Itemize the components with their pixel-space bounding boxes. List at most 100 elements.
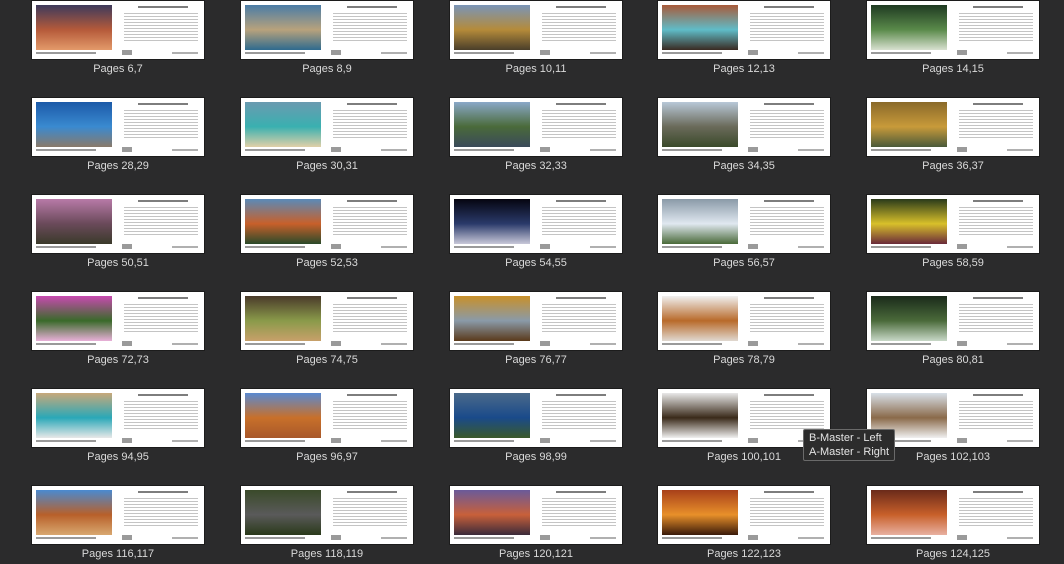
spread-preview[interactable]: [241, 389, 413, 447]
spread-thumbnail[interactable]: Pages 80,81: [867, 292, 1039, 372]
spread-thumbnail[interactable]: Pages 122,123: [658, 486, 830, 564]
spread-preview[interactable]: [867, 195, 1039, 253]
spread-preview[interactable]: [32, 1, 204, 59]
spread-preview[interactable]: [867, 486, 1039, 544]
page-title-line: [138, 200, 188, 202]
spread-preview[interactable]: [450, 98, 622, 156]
spread-page-numbers: Pages 96,97: [296, 451, 358, 463]
spread-thumbnail[interactable]: Pages 28,29: [32, 98, 204, 178]
photo-caption-line: [245, 52, 305, 54]
spread-thumbnail[interactable]: Pages 32,33: [450, 98, 622, 178]
spread-thumbnail[interactable]: Pages 74,75: [241, 292, 413, 372]
spread-thumbnail[interactable]: Pages 10,11: [450, 1, 622, 81]
spread-photo: [36, 102, 112, 147]
spread-page-numbers: Pages 30,31: [296, 160, 358, 172]
spread-preview[interactable]: [241, 486, 413, 544]
page-title-line: [347, 6, 397, 8]
spread-thumbnail[interactable]: Pages 118,119: [241, 486, 413, 564]
spread-thumbnail[interactable]: Pages 8,9: [241, 1, 413, 81]
spread-thumbnail[interactable]: Pages 6,7: [32, 1, 204, 81]
spread-page-numbers: Pages 54,55: [505, 257, 567, 269]
spread-thumbnail[interactable]: Pages 34,35: [658, 98, 830, 178]
body-text-block: [124, 304, 198, 334]
spread-preview[interactable]: [241, 292, 413, 350]
spread-preview[interactable]: [241, 1, 413, 59]
spread-preview[interactable]: [32, 292, 204, 350]
spread-preview[interactable]: [450, 486, 622, 544]
body-text-block: [542, 13, 616, 43]
spread-thumbnail[interactable]: Pages 78,79: [658, 292, 830, 372]
page-title-line: [347, 394, 397, 396]
photo-caption-line: [454, 246, 514, 248]
spread-thumbnail[interactable]: Pages 98,99: [450, 389, 622, 469]
spread-thumbnail[interactable]: Pages 116,117: [32, 486, 204, 564]
spread-thumbnail[interactable]: Pages 52,53: [241, 195, 413, 275]
spread-preview[interactable]: [658, 486, 830, 544]
logo-icon: [748, 50, 758, 55]
spread-preview[interactable]: [241, 98, 413, 156]
spread-preview[interactable]: [658, 292, 830, 350]
spread-photo: [871, 490, 947, 535]
spread-page-numbers: Pages 56,57: [713, 257, 775, 269]
footer-line: [172, 343, 198, 345]
spread-preview[interactable]: [450, 389, 622, 447]
spread-thumbnail[interactable]: Pages 12,13: [658, 1, 830, 81]
spread-preview[interactable]: [658, 195, 830, 253]
spread-page-numbers: Pages 116,117: [81, 548, 155, 560]
spread-thumbnail[interactable]: Pages 76,77: [450, 292, 622, 372]
footer-line: [798, 246, 824, 248]
spread-thumbnail[interactable]: Pages 96,97: [241, 389, 413, 469]
spread-page-numbers: Pages 12,13: [713, 63, 775, 75]
spread-preview[interactable]: [450, 195, 622, 253]
spread-photo: [245, 5, 321, 50]
spread-photo: [662, 199, 738, 244]
spread-thumbnail[interactable]: Pages 54,55: [450, 195, 622, 275]
spread-thumbnail[interactable]: Pages 50,51: [32, 195, 204, 275]
logo-icon: [331, 341, 341, 346]
spread-preview[interactable]: [867, 292, 1039, 350]
spread-preview[interactable]: [867, 98, 1039, 156]
logo-icon: [122, 147, 132, 152]
spread-preview[interactable]: [658, 1, 830, 59]
spread-thumbnail[interactable]: Pages 56,57: [658, 195, 830, 275]
body-text-block: [542, 304, 616, 334]
spread-preview[interactable]: [867, 1, 1039, 59]
logo-icon: [957, 147, 967, 152]
footer-line: [798, 343, 824, 345]
spread-thumbnail[interactable]: Pages 36,37: [867, 98, 1039, 178]
photo-caption-line: [36, 537, 96, 539]
body-text-block: [333, 110, 407, 140]
body-text-block: [333, 498, 407, 528]
spread-thumbnail[interactable]: Pages 58,59: [867, 195, 1039, 275]
logo-icon: [748, 341, 758, 346]
footer-line: [172, 52, 198, 54]
spread-thumbnail[interactable]: Pages 120,121: [450, 486, 622, 564]
spread-preview[interactable]: [241, 195, 413, 253]
spread-preview[interactable]: [450, 1, 622, 59]
spread-preview[interactable]: [32, 389, 204, 447]
spread-page-numbers: Pages 76,77: [505, 354, 567, 366]
spread-photo: [662, 5, 738, 50]
spread-page-numbers: Pages 74,75: [296, 354, 358, 366]
spread-thumbnail[interactable]: Pages 72,73: [32, 292, 204, 372]
spread-page-numbers: Pages 32,33: [505, 160, 567, 172]
body-text-block: [333, 207, 407, 237]
photo-caption-line: [36, 440, 96, 442]
spread-page-numbers: Pages 94,95: [87, 451, 149, 463]
body-text-block: [959, 110, 1033, 140]
photo-caption-line: [662, 52, 722, 54]
spread-preview[interactable]: [450, 292, 622, 350]
spread-thumbnail[interactable]: Pages 14,15: [867, 1, 1039, 81]
spread-thumbnail[interactable]: Pages 94,95: [32, 389, 204, 469]
photo-caption-line: [245, 440, 305, 442]
spread-preview[interactable]: [32, 195, 204, 253]
spread-preview[interactable]: [32, 486, 204, 544]
page-title-line: [556, 491, 606, 493]
spread-thumbnail[interactable]: Pages 30,31: [241, 98, 413, 178]
spread-thumbnail[interactable]: Pages 124,125: [867, 486, 1039, 564]
spread-preview[interactable]: [32, 98, 204, 156]
spread-preview[interactable]: [658, 98, 830, 156]
logo-icon: [331, 535, 341, 540]
footer-line: [381, 246, 407, 248]
photo-caption-line: [245, 343, 305, 345]
